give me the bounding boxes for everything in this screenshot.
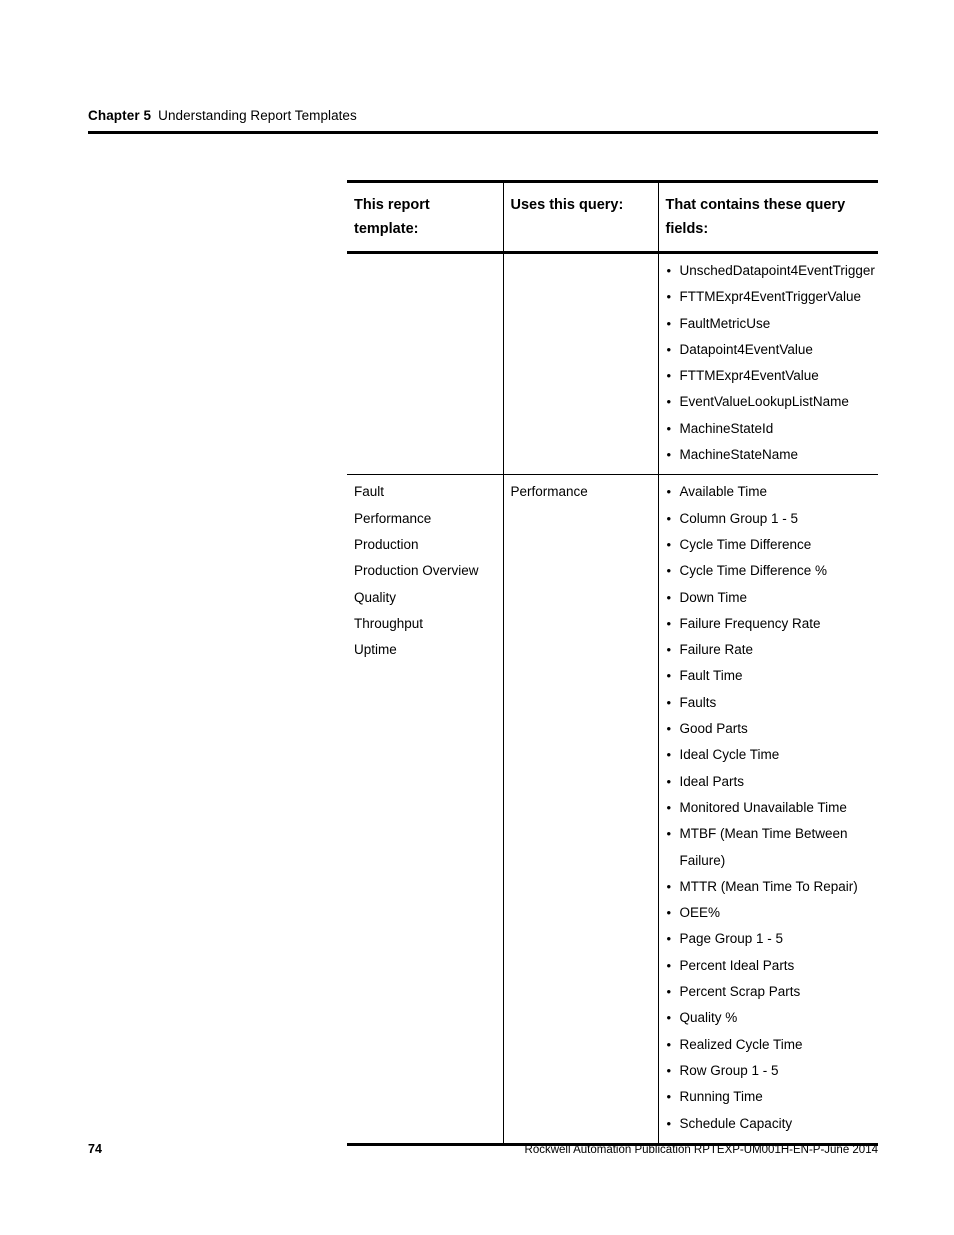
report-template-item: Performance: [354, 510, 432, 526]
cell-report-templates: Fault Performance Production Production …: [347, 474, 504, 1146]
chapter-title: Understanding Report Templates: [158, 108, 357, 123]
table-row: UnschedDatapoint4EventTrigger FTTMExpr4E…: [347, 252, 878, 476]
cell-report-templates: [347, 252, 504, 476]
query-field-item: Cycle Time Difference %: [666, 558, 871, 585]
report-template-list: Fault Performance Production Production …: [354, 479, 495, 663]
column-header-fields: That contains these query fields:: [657, 180, 878, 254]
table-row: Fault Performance Production Production …: [347, 474, 878, 1146]
query-field-item: Percent Ideal Parts: [666, 953, 871, 980]
column-header-template: This report template:: [347, 180, 504, 254]
document-page: Chapter 5 Understanding Report Templates …: [0, 0, 954, 1235]
query-field-item: Ideal Cycle Time: [666, 742, 871, 769]
cell-query: [502, 252, 659, 476]
query-field-item: Percent Scrap Parts: [666, 979, 871, 1006]
column-header-fields-line2: fields:: [665, 221, 709, 237]
query-field-item: Column Group 1 - 5: [666, 506, 871, 533]
query-field-item: Row Group 1 - 5: [666, 1058, 871, 1085]
header-divider-rule: [88, 131, 878, 134]
query-field-item: Page Group 1 - 5: [666, 926, 871, 953]
column-header-fields-line1: That contains these query: [665, 197, 846, 213]
query-field-item: UnschedDatapoint4EventTrigger: [666, 258, 874, 285]
query-field-item: MTTR (Mean Time To Repair): [666, 874, 871, 901]
publication-footer: Rockwell Automation Publication RPTEXP-U…: [524, 1144, 878, 1156]
query-field-item: MTBF (Mean Time Between Failure): [666, 821, 871, 874]
cell-query: Performance: [502, 474, 659, 1146]
query-field-item: MachineStateId: [666, 416, 871, 443]
query-field-item: Faults: [666, 690, 871, 717]
query-field-item: Available Time: [666, 479, 871, 506]
report-template-item: Production Overview: [354, 563, 479, 579]
query-field-item: MachineStateName: [666, 442, 871, 469]
query-field-item: FTTMExpr4EventTriggerValue: [666, 284, 871, 311]
table-body: UnschedDatapoint4EventTrigger FTTMExpr4E…: [347, 252, 878, 1146]
report-template-item: Quality: [354, 589, 397, 605]
report-template-item: Fault: [354, 484, 385, 500]
query-field-item: Cycle Time Difference: [666, 532, 871, 559]
running-header: Chapter 5 Understanding Report Templates: [88, 107, 878, 125]
cell-query-fields: Available Time Column Group 1 - 5 Cycle …: [657, 474, 878, 1146]
query-field-item: Quality %: [666, 1005, 871, 1032]
query-field-item: Good Parts: [666, 716, 871, 743]
table-header: This report template: Uses this query: T…: [347, 180, 878, 254]
query-field-item: Datapoint4EventValue: [666, 337, 871, 364]
query-name: Performance: [510, 484, 588, 500]
query-field-item: Fault Time: [666, 663, 871, 690]
query-field-item: Schedule Capacity: [666, 1111, 871, 1138]
query-field-list: UnschedDatapoint4EventTrigger FTTMExpr4E…: [666, 258, 874, 469]
column-header-template-line2: template:: [354, 221, 419, 237]
report-template-item: Uptime: [354, 642, 397, 658]
query-field-item: Ideal Parts: [666, 769, 871, 796]
page-number: 74: [88, 1142, 102, 1156]
query-field-item: EventValueLookupListName: [666, 389, 871, 416]
query-field-item: FTTMExpr4EventValue: [666, 363, 871, 390]
query-field-item: Failure Rate: [666, 637, 871, 664]
query-field-item: Realized Cycle Time: [666, 1032, 871, 1059]
report-template-item: Throughput: [354, 615, 424, 631]
cell-query-fields: UnschedDatapoint4EventTrigger FTTMExpr4E…: [657, 252, 878, 476]
column-header-template-line1: This report: [354, 197, 430, 213]
query-field-item: Down Time: [666, 585, 871, 612]
query-field-item: Monitored Unavailable Time: [666, 795, 871, 822]
query-field-item: OEE%: [666, 900, 871, 927]
query-field-item: Failure Frequency Rate: [666, 611, 871, 638]
chapter-label: Chapter 5: [88, 108, 152, 123]
query-field-item: Running Time: [666, 1084, 871, 1111]
column-header-query: Uses this query:: [502, 180, 659, 254]
query-field-item: FaultMetricUse: [666, 311, 871, 338]
report-templates-table: This report template: Uses this query: T…: [347, 180, 878, 1146]
report-template-item: Production: [354, 536, 419, 552]
query-field-list: Available Time Column Group 1 - 5 Cycle …: [666, 479, 871, 1138]
column-header-query-line1: Uses this query:: [510, 197, 624, 213]
table-header-row: This report template: Uses this query: T…: [347, 180, 878, 254]
